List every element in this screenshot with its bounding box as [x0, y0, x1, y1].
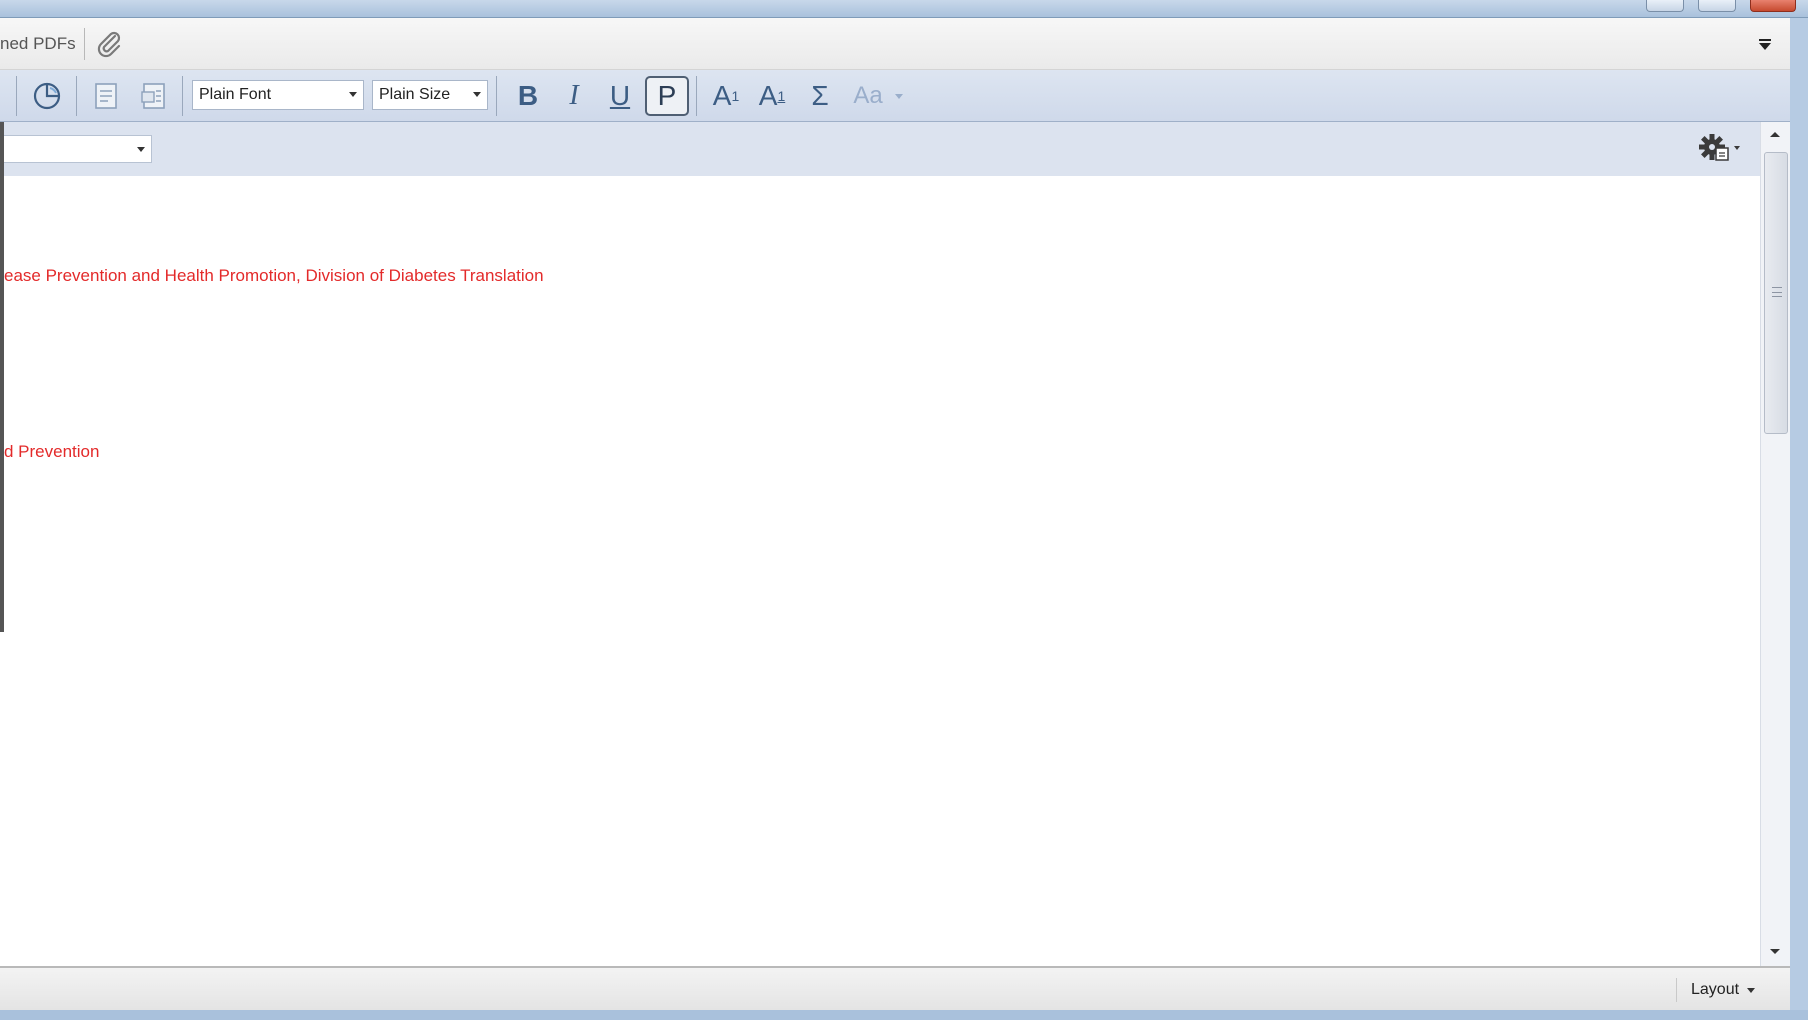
- tab-separator: [84, 28, 85, 60]
- collapse-panel-icon[interactable]: [1758, 38, 1772, 52]
- reference-type-bar: [0, 122, 1760, 176]
- edit-document-icon[interactable]: [86, 76, 126, 116]
- font-select[interactable]: Plain Font: [192, 80, 364, 110]
- layout-label: Layout: [1691, 981, 1740, 998]
- scroll-up-icon[interactable]: [1770, 132, 1780, 137]
- toolbar-separator: [76, 76, 77, 116]
- size-select-value: Plain Size: [379, 86, 451, 103]
- toolbar-separator: [182, 76, 183, 116]
- subscript-button[interactable]: A1: [750, 76, 794, 116]
- italic-button[interactable]: I: [552, 76, 596, 116]
- chevron-down-icon: [349, 92, 357, 97]
- scrollbar-thumb[interactable]: [1764, 152, 1788, 434]
- grip-icon: [1772, 287, 1782, 297]
- underline-button[interactable]: U: [598, 76, 642, 116]
- subscript-base: A: [758, 80, 778, 111]
- toolbar-separator: [696, 76, 697, 116]
- close-button[interactable]: [1750, 0, 1796, 12]
- bold-button[interactable]: B: [506, 76, 550, 116]
- publisher-field-text[interactable]: d Prevention: [4, 442, 99, 462]
- chevron-down-icon[interactable]: [894, 92, 904, 100]
- insert-citation-icon[interactable]: [28, 76, 68, 116]
- symbol-button[interactable]: Σ: [798, 76, 842, 116]
- title-bar: [0, 0, 1808, 18]
- toolbar-separator: [16, 76, 17, 116]
- superscript-button[interactable]: A1: [704, 76, 748, 116]
- plain-text-button[interactable]: P: [645, 76, 689, 116]
- tab-attached-pdfs[interactable]: ned PDFs: [0, 34, 76, 54]
- formatting-toolbar: Plain Font Plain Size B I U P A1 A1 Σ Aa: [0, 70, 1790, 122]
- word-document-icon[interactable]: [134, 76, 174, 116]
- paperclip-icon[interactable]: [93, 28, 125, 60]
- tab-bar: ned PDFs: [0, 18, 1790, 70]
- layout-menu-button[interactable]: Layout: [1676, 978, 1757, 1002]
- chevron-down-icon: [473, 92, 481, 97]
- subscript-mark: 1: [777, 88, 786, 104]
- reference-type-select[interactable]: [0, 135, 152, 163]
- change-case-button[interactable]: Aa: [846, 76, 890, 116]
- vertical-scrollbar[interactable]: [1760, 122, 1790, 966]
- size-select[interactable]: Plain Size: [372, 80, 488, 110]
- reference-editor-window: ned PDFs Plain Font Plain Size B I U P A…: [0, 0, 1808, 1020]
- chevron-down-icon: [1747, 988, 1756, 993]
- status-bar: Layout: [0, 966, 1790, 1010]
- chevron-down-icon: [137, 147, 145, 152]
- scroll-down-icon[interactable]: [1770, 949, 1780, 954]
- superscript-mark: 1: [731, 88, 740, 104]
- window-right-border: [1790, 18, 1808, 1010]
- settings-gear-icon[interactable]: [1694, 128, 1744, 168]
- font-select-value: Plain Font: [199, 86, 272, 103]
- reference-content-area[interactable]: ease Prevention and Health Promotion, Di…: [4, 176, 1760, 966]
- minimize-button[interactable]: [1646, 0, 1684, 12]
- author-field-text[interactable]: ease Prevention and Health Promotion, Di…: [4, 266, 544, 286]
- maximize-button[interactable]: [1698, 0, 1736, 12]
- window-bottom-border: [0, 1010, 1808, 1020]
- superscript-base: A: [712, 80, 732, 111]
- toolbar-separator: [496, 76, 497, 116]
